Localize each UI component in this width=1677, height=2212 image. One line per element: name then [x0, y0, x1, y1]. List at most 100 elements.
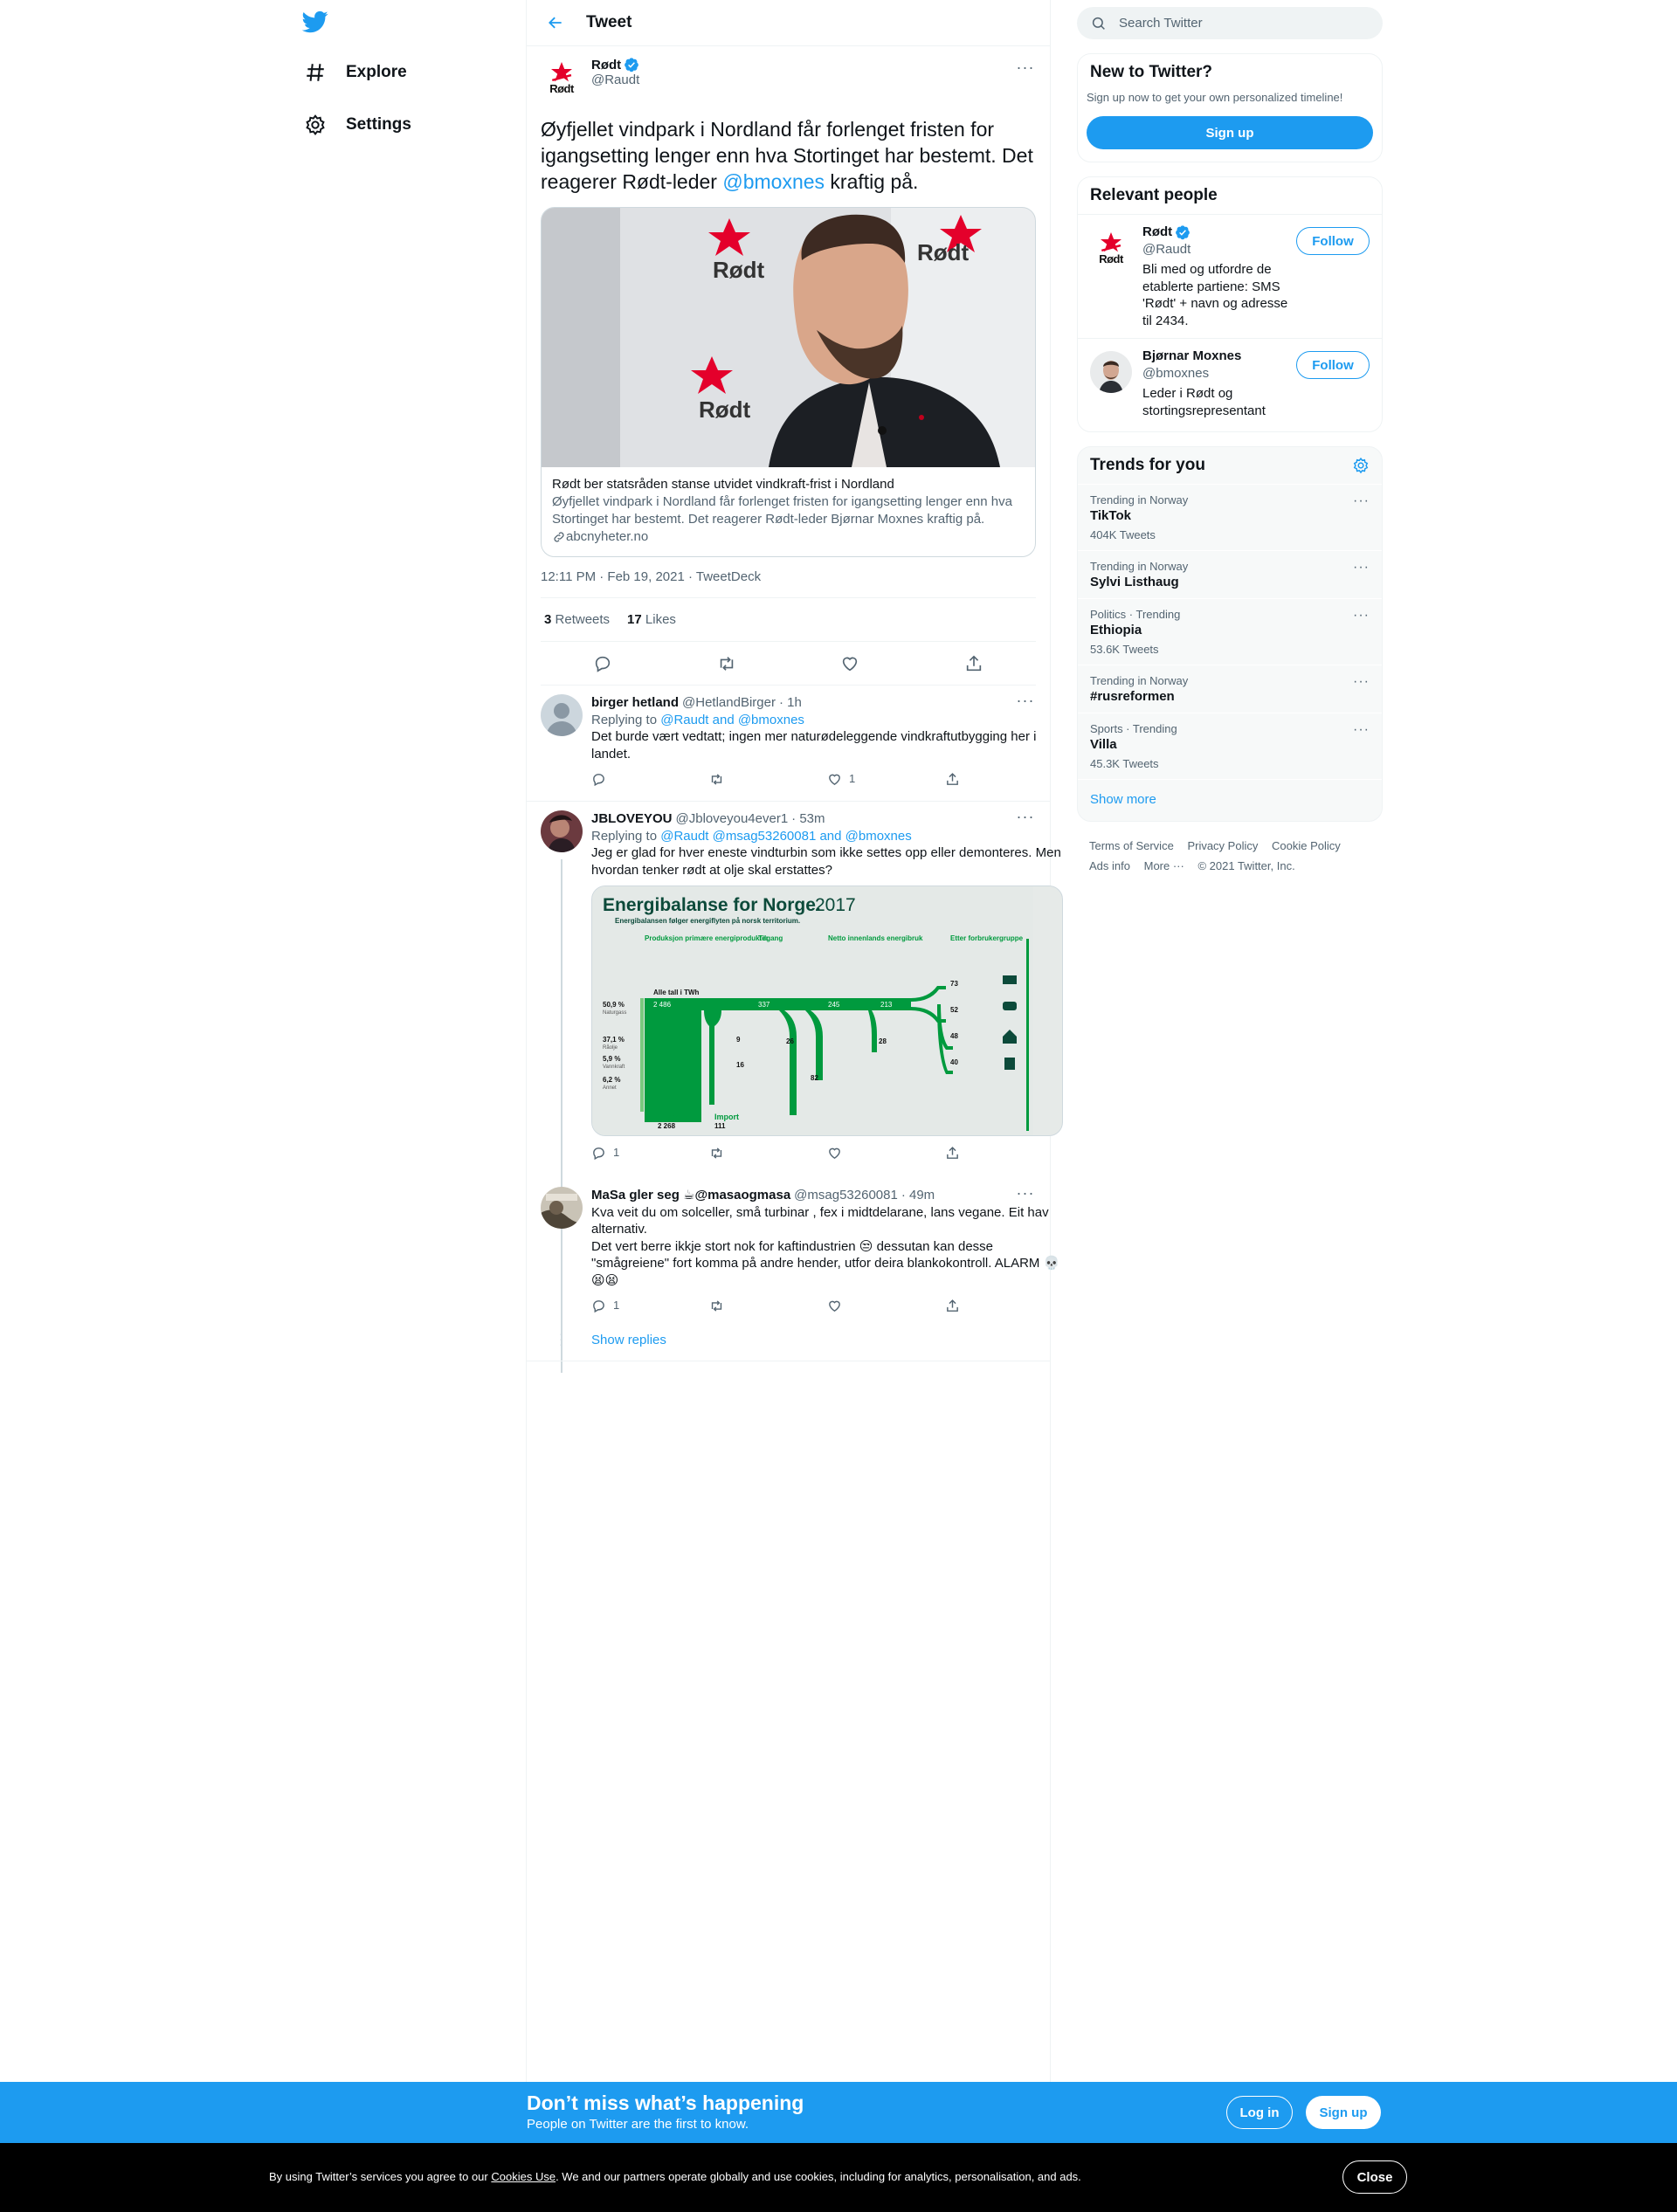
avatar[interactable]	[1090, 351, 1132, 393]
like-icon[interactable]	[840, 654, 859, 673]
avatar[interactable]: Rødt	[541, 57, 583, 99]
retweet-button[interactable]	[709, 772, 827, 787]
flow-26: 26	[786, 1037, 794, 1045]
reply-author-handle[interactable]: @msag53260081	[794, 1187, 898, 1204]
author-name[interactable]: Rødt	[591, 58, 621, 72]
person-bio: Bli med og utfordre de etablerte partien…	[1142, 262, 1288, 328]
reply-author-handle[interactable]: @Jbloveyou4ever1	[676, 810, 789, 828]
trend-item[interactable]: Trending in Norway #rusreformen ···	[1078, 665, 1382, 713]
reply-time[interactable]: · 53m	[791, 810, 825, 828]
more-icon[interactable]: ···	[1015, 1185, 1036, 1202]
share-button[interactable]	[945, 1146, 1063, 1161]
avatar[interactable]	[541, 810, 583, 852]
share-icon[interactable]	[964, 654, 983, 673]
person-name[interactable]: Bjørnar Moxnes	[1142, 348, 1241, 365]
show-replies-link[interactable]: Show replies	[591, 1333, 666, 1347]
like-icon	[827, 772, 842, 787]
reply-button[interactable]: 1	[591, 1144, 709, 1161]
show-more-link[interactable]: Show more	[1078, 779, 1382, 821]
more-icon[interactable]: ···	[1015, 809, 1036, 826]
share-button[interactable]	[945, 772, 1063, 787]
signup-button[interactable]: Sign up	[1306, 2096, 1381, 2129]
reply-button[interactable]: 1	[591, 1297, 709, 1314]
reply-author-name[interactable]: MaSa gler seg ☕@masaogmasa	[591, 1187, 790, 1204]
like-button[interactable]	[827, 1299, 945, 1313]
reply-image-infographic[interactable]: Energibalanse for Norge. 2017 Energibala…	[591, 885, 1063, 1136]
reply-author-name[interactable]: birger hetland	[591, 694, 679, 712]
reply-actions: 1	[591, 1138, 1063, 1168]
more-icon[interactable]: ···	[1015, 59, 1036, 76]
mention-link[interactable]: @bmoxnes	[722, 170, 825, 193]
more-icon[interactable]: ···	[1353, 608, 1370, 624]
replying-mentions[interactable]: @Raudt @msag53260081 and @bmoxnes	[660, 829, 912, 844]
twitter-logo-icon[interactable]	[302, 9, 337, 44]
reply-time[interactable]: · 49m	[901, 1187, 935, 1204]
like-button[interactable]	[827, 1146, 945, 1161]
value-337: 337	[758, 1001, 770, 1009]
search-input[interactable]: Search Twitter	[1077, 7, 1383, 39]
cookies-use-link[interactable]: Cookies Use	[491, 2170, 556, 2183]
avatar[interactable]: Rødt	[1090, 227, 1132, 269]
reply-tweet[interactable]: birger hetland @HetlandBirger · 1h ··· R…	[527, 686, 1050, 802]
gear-icon[interactable]	[1352, 457, 1370, 474]
retweets-stat[interactable]: 3 Retweets	[544, 612, 610, 627]
more-icon[interactable]: ···	[1353, 674, 1370, 690]
share-hydro-label: Vannkraft	[603, 1065, 625, 1070]
retweet-button[interactable]	[709, 1299, 827, 1313]
trend-item[interactable]: Trending in Norway Sylvi Listhaug ···	[1078, 550, 1382, 598]
retweets-count: 3	[544, 612, 552, 627]
cookie-close-button[interactable]: Close	[1342, 2160, 1407, 2194]
more-icon[interactable]: ···	[1353, 560, 1370, 575]
nav-explore[interactable]: Explore	[302, 51, 407, 94]
login-button[interactable]: Log in	[1226, 2096, 1293, 2129]
reply-tweet[interactable]: JBLOVEYOU @Jbloveyou4ever1 · 53m ··· Rep…	[527, 802, 1063, 1175]
footer-cookie[interactable]: Cookie Policy	[1272, 839, 1341, 852]
retweet-icon[interactable]	[717, 654, 736, 673]
share-oil-label: Råolje	[603, 1044, 618, 1051]
total-value: 2 486	[653, 1001, 672, 1009]
tweet-timestamp[interactable]: 12:11 PM · Feb 19, 2021	[541, 569, 685, 584]
more-icon[interactable]: ···	[1353, 493, 1370, 509]
nav-settings[interactable]: Settings	[302, 103, 411, 147]
reply-icon[interactable]	[593, 654, 612, 673]
link-card[interactable]: Rødt Rødt Rødt Rødt ber statsråden stans…	[541, 207, 1036, 557]
col-production: Produksjon primære energiprodukter	[645, 934, 769, 942]
back-arrow-icon[interactable]	[541, 8, 570, 38]
more-icon[interactable]: ···	[1015, 693, 1036, 710]
trend-item[interactable]: Sports · Trending Villa 45.3K Tweets ···	[1078, 713, 1382, 779]
tweet-source[interactable]: TweetDeck	[696, 569, 761, 584]
person-handle[interactable]: @Raudt	[1142, 241, 1291, 258]
likes-stat[interactable]: 17 Likes	[627, 612, 676, 627]
sidebar-signup-button[interactable]: Sign up	[1087, 116, 1373, 149]
reply-time[interactable]: · 1h	[779, 694, 802, 712]
follow-button[interactable]: Follow	[1296, 227, 1370, 255]
person-handle[interactable]: @bmoxnes	[1142, 365, 1291, 382]
footer-privacy[interactable]: Privacy Policy	[1187, 839, 1258, 852]
footer-ads[interactable]: Ads info	[1089, 859, 1130, 872]
avatar[interactable]	[541, 694, 583, 736]
trend-item[interactable]: Trending in Norway TikTok 404K Tweets ··…	[1078, 484, 1382, 550]
verified-icon	[1176, 225, 1190, 239]
footer-more[interactable]: More ···	[1144, 859, 1184, 872]
replying-mentions[interactable]: @Raudt and @bmoxnes	[660, 713, 804, 727]
tweet-text: Øyfjellet vindpark i Nordland får forlen…	[541, 116, 1036, 195]
retweet-button[interactable]	[709, 1146, 827, 1161]
trend-item[interactable]: Politics · Trending Ethiopia 53.6K Tweet…	[1078, 598, 1382, 665]
person-name[interactable]: Rødt	[1142, 224, 1172, 241]
more-icon[interactable]: ···	[1353, 722, 1370, 738]
search-placeholder: Search Twitter	[1119, 16, 1203, 31]
reply-author-name[interactable]: JBLOVEYOU	[591, 810, 673, 828]
tweet-author[interactable]: Rødt Rødt @Raudt	[541, 57, 1036, 102]
person-card[interactable]: Rødt Rødt @Raudt Bli med og utfordre de …	[1078, 214, 1382, 338]
follow-button[interactable]: Follow	[1296, 351, 1370, 379]
reply-author-handle[interactable]: @HetlandBirger	[682, 694, 776, 712]
like-button[interactable]: 1	[827, 770, 945, 788]
footer-terms[interactable]: Terms of Service	[1089, 839, 1174, 852]
author-handle[interactable]: @Raudt	[591, 72, 639, 87]
avatar[interactable]	[541, 1187, 583, 1229]
reply-button[interactable]	[591, 772, 709, 787]
person-card[interactable]: Bjørnar Moxnes @bmoxnes Leder i Rødt og …	[1078, 338, 1382, 431]
reply-tweet[interactable]: MaSa gler seg ☕@masaogmasa @msag53260081…	[527, 1175, 1059, 1327]
share-button[interactable]	[945, 1299, 1063, 1313]
reply-actions: 1	[591, 1291, 1063, 1320]
